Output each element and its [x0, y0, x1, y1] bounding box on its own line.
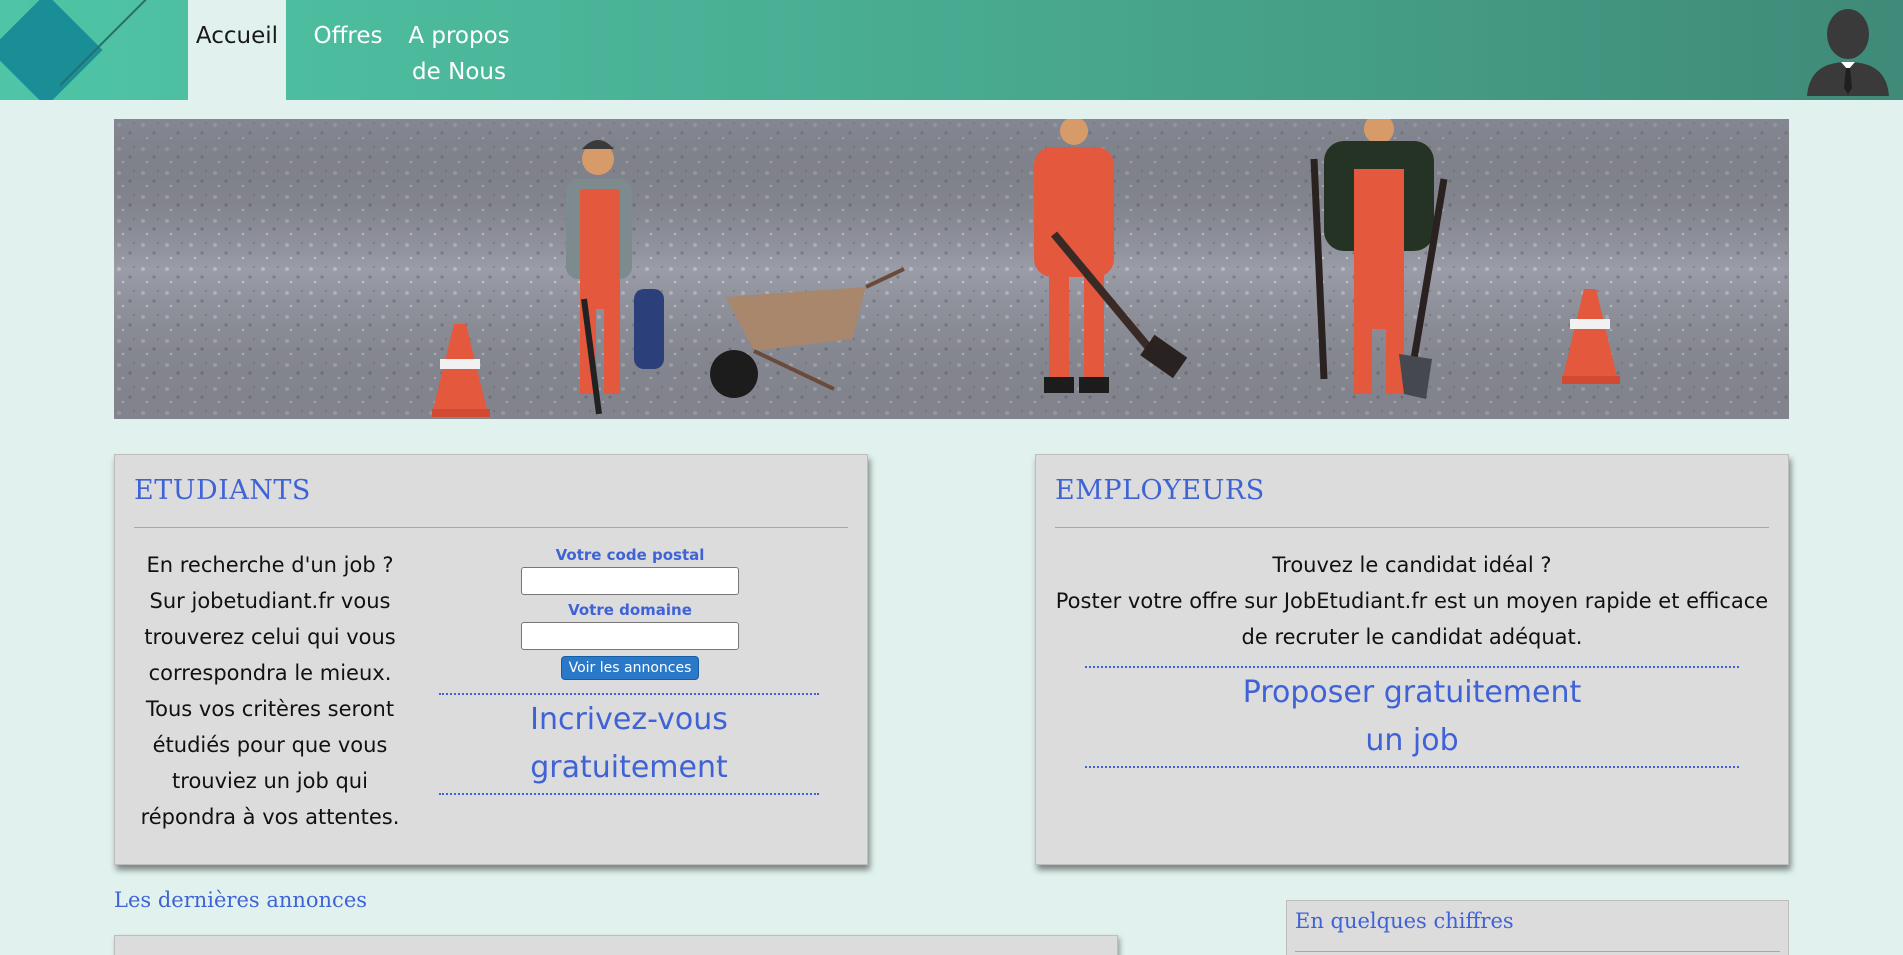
employers-description-line2: Poster votre offre sur JobEtudiant.fr es…: [1055, 589, 1769, 649]
job-search-form: Votre code postal Votre domaine Voir les…: [440, 546, 820, 680]
nav-a-propos-label-line1: A propos: [408, 23, 510, 49]
latest-offers-title: Les dernières annonces: [114, 888, 368, 912]
students-description: En recherche d'un job ? Sur jobetudiant.…: [140, 553, 400, 829]
logo-diamond-icon: [0, 0, 103, 100]
signup-link-line1: Incrivez-vous: [530, 702, 728, 737]
students-divider: [134, 527, 848, 528]
employers-title: EMPLOYEURS: [1055, 475, 1265, 506]
nav-accueil-label: Accueil: [195, 23, 279, 49]
nav-offres-label: Offres: [313, 23, 383, 49]
employers-divider: [1055, 527, 1769, 528]
nav-offres[interactable]: Offres: [306, 0, 390, 100]
user-avatar-icon[interactable]: [1801, 4, 1895, 96]
propose-job-link[interactable]: Proposer gratuitement un job: [1085, 666, 1739, 768]
domain-label: Votre domaine: [568, 601, 692, 619]
students-title: ETUDIANTS: [134, 475, 311, 506]
postal-code-input[interactable]: [521, 567, 739, 595]
employers-description: Trouvez le candidat idéal ? Poster votre…: [1055, 547, 1769, 655]
figures-divider: [1295, 951, 1780, 952]
nav-accueil[interactable]: Accueil: [188, 0, 286, 100]
signup-link-line2: gratuitement: [530, 750, 728, 785]
site-logo[interactable]: [0, 0, 188, 100]
students-panel: ETUDIANTS En recherche d'un job ? Sur jo…: [114, 454, 868, 865]
signup-link[interactable]: Incrivez-vous gratuitement: [439, 693, 819, 795]
domain-input[interactable]: [521, 622, 739, 650]
top-navbar: Accueil Offres A propos de Nous: [0, 0, 1903, 100]
propose-job-line2: un job: [1365, 723, 1459, 758]
nav-a-propos-label-line2: de Nous: [412, 59, 506, 85]
latest-offers-card[interactable]: [114, 935, 1118, 955]
hero-banner-image: [114, 119, 1789, 419]
employers-description-line1: Trouvez le candidat idéal ?: [1272, 553, 1552, 577]
postal-code-label: Votre code postal: [555, 546, 705, 564]
figures-title: En quelques chiffres: [1295, 909, 1514, 933]
figures-panel: En quelques chiffres: [1286, 900, 1789, 955]
view-offers-button[interactable]: Voir les annonces: [560, 656, 700, 680]
nav-a-propos[interactable]: A propos de Nous: [402, 0, 516, 100]
employers-panel: EMPLOYEURS Trouvez le candidat idéal ? P…: [1035, 454, 1789, 865]
propose-job-line1: Proposer gratuitement: [1242, 675, 1582, 710]
